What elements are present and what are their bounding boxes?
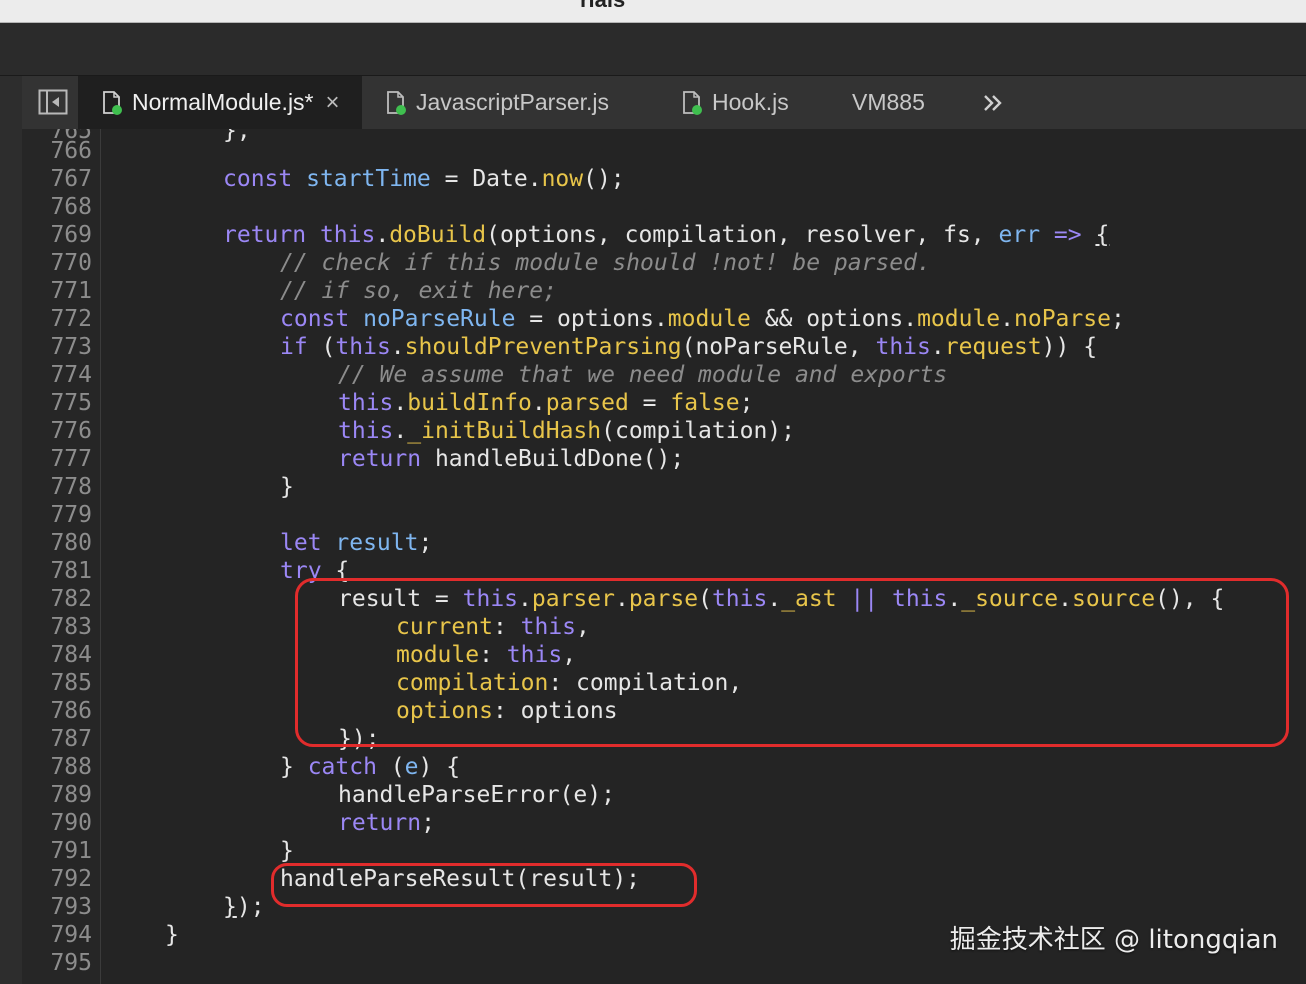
code-editor[interactable]: }; const startTime = Date.now(); return … — [101, 129, 1306, 984]
code-line: } — [165, 922, 179, 948]
code-line: return this.doBuild(options, compilation… — [223, 222, 1110, 248]
file-icon — [683, 90, 702, 115]
line-number: 774 — [50, 362, 92, 388]
line-number: 792 — [50, 866, 92, 892]
code-line: const noParseRule = options.module && op… — [280, 306, 1125, 332]
tab-label: VM885 — [852, 89, 925, 115]
tab-hook[interactable]: Hook.js — [682, 76, 789, 129]
tab-label: Hook.js — [712, 89, 789, 115]
line-number: 791 — [50, 838, 92, 864]
line-number: 768 — [50, 194, 92, 220]
code-line: return handleBuildDone(); — [338, 446, 685, 472]
line-number: 782 — [50, 586, 92, 612]
code-line: let result; — [280, 530, 433, 556]
line-number: 790 — [50, 810, 92, 836]
code-line: } — [280, 474, 294, 500]
line-number: 780 — [50, 530, 92, 556]
code-line: }; — [223, 129, 251, 144]
code-line: if (this.shouldPreventParsing(noParseRul… — [280, 334, 1098, 360]
window-title: rials — [580, 0, 625, 13]
line-number-gutter: 765 766 767 768 769 770 771 772 773 774 775 776 777… — [22, 129, 101, 984]
line-number: 789 — [50, 782, 92, 808]
code-comment: // if so, exit here; — [280, 278, 557, 304]
line-number: 766 — [50, 138, 92, 164]
line-number: 767 — [50, 166, 92, 192]
overflow-chevron-icon — [984, 94, 1002, 111]
tab-vm885[interactable]: VM885 — [852, 76, 925, 129]
line-number: 770 — [50, 250, 92, 276]
tab-javascript-parser[interactable]: JavascriptParser.js — [386, 76, 609, 129]
line-number: 781 — [50, 558, 92, 584]
code-line: }); — [223, 894, 265, 920]
code-line: try { — [280, 558, 350, 584]
code-line: module: this, — [396, 642, 577, 668]
code-line: this.buildInfo.parsed = false; — [338, 390, 754, 416]
tab-overflow-button[interactable] — [982, 76, 1004, 129]
line-number: 786 — [50, 698, 92, 724]
line-number: 772 — [50, 306, 92, 332]
line-number: 784 — [50, 642, 92, 668]
tab-label: NormalModule.js* — [132, 89, 314, 115]
window-titlebar: rials — [0, 0, 1306, 23]
line-number: 769 — [50, 222, 92, 248]
code-line: compilation: compilation, — [396, 670, 743, 696]
editor-tab-bar: NormalModule.js* × JavascriptParser.js H… — [22, 76, 1306, 130]
sidebar-toggle-icon[interactable] — [38, 89, 68, 115]
code-line: handleParseResult(result); — [280, 866, 641, 892]
close-icon[interactable]: × — [326, 89, 340, 117]
file-icon — [387, 90, 406, 115]
line-number: 787 — [50, 726, 92, 752]
code-line: current: this, — [396, 614, 590, 640]
code-line: } catch (e) { — [280, 754, 461, 780]
line-number: 794 — [50, 922, 92, 948]
line-number: 779 — [50, 502, 92, 528]
code-line: } — [280, 838, 294, 864]
code-line: const startTime = Date.now(); — [223, 166, 625, 192]
code-line: }); — [338, 726, 380, 752]
code-line: handleParseError(e); — [338, 782, 615, 808]
file-icon — [103, 90, 122, 115]
line-number: 771 — [50, 278, 92, 304]
code-line: this._initBuildHash(compilation); — [338, 418, 795, 444]
watermark: 掘金技术社区 @ litongqian — [949, 925, 1278, 955]
navigator-strip — [0, 76, 23, 984]
line-number: 793 — [50, 894, 92, 920]
code-line: result = this.parser.parse(this._ast || … — [338, 586, 1225, 612]
line-number: 777 — [50, 446, 92, 472]
line-number: 783 — [50, 614, 92, 640]
line-number: 773 — [50, 334, 92, 360]
line-number: 788 — [50, 754, 92, 780]
line-number: 776 — [50, 418, 92, 444]
line-number: 795 — [50, 950, 92, 976]
tab-normal-module[interactable]: NormalModule.js* × — [78, 76, 362, 129]
code-comment: // check if this module should !not! be … — [280, 250, 931, 276]
devtools-toolbar — [0, 23, 1306, 76]
code-line: options: options — [396, 698, 618, 724]
line-number: 778 — [50, 474, 92, 500]
tab-label: JavascriptParser.js — [416, 89, 610, 115]
line-number: 775 — [50, 390, 92, 416]
code-line: return; — [338, 810, 435, 836]
code-comment: // We assume that we need module and exp… — [338, 362, 948, 388]
line-number: 785 — [50, 670, 92, 696]
